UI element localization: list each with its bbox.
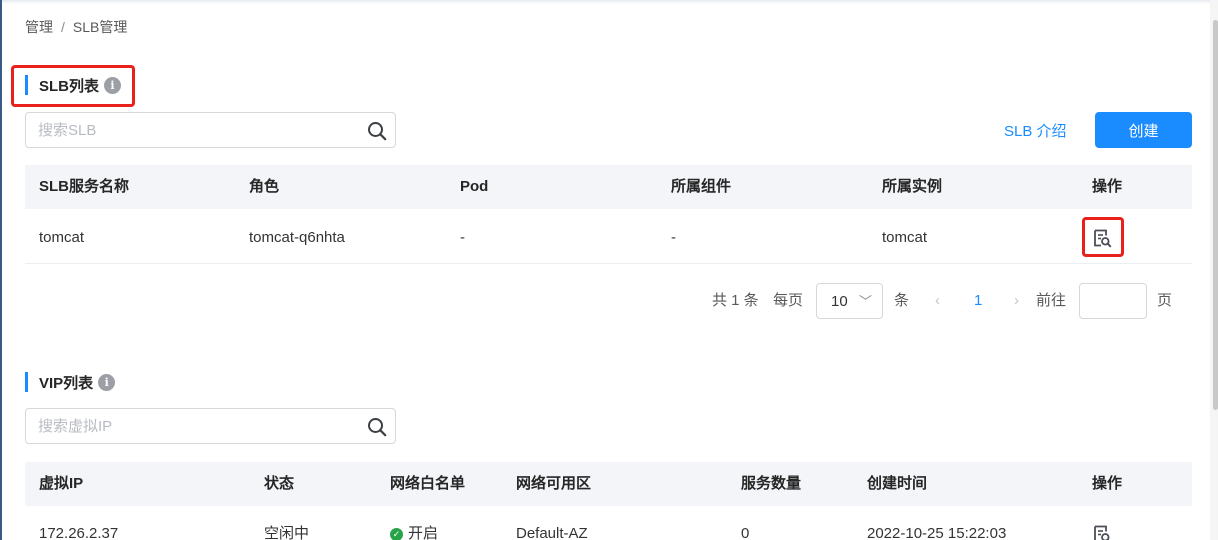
check-circle-icon: ✓ xyxy=(390,527,403,540)
next-page-icon[interactable]: › xyxy=(1014,283,1019,319)
column-header-created-time: 创建时间 xyxy=(867,475,928,492)
pagination: 共 1 条 每页 10 ﹀ 条 ‹ 1 › 前往 页 xyxy=(0,283,1218,319)
table-row[interactable]: tomcat tomcat-q6nhta - - tomcat xyxy=(25,212,1192,264)
detail-search-icon[interactable] xyxy=(1092,524,1112,540)
section-title-bar xyxy=(25,372,28,392)
cell-component: - xyxy=(671,229,676,246)
slb-search-box[interactable] xyxy=(25,112,396,148)
cell-instance: tomcat xyxy=(882,229,928,246)
whitelist-status-text: 开启 xyxy=(408,525,439,540)
window-left-border xyxy=(0,0,2,540)
prev-page-icon[interactable]: ‹ xyxy=(935,283,940,319)
cell-pod: - xyxy=(460,229,465,246)
top-divider xyxy=(2,0,1218,4)
info-icon[interactable]: i xyxy=(98,373,116,391)
column-header-pod: Pod xyxy=(460,178,489,195)
column-header-role: 角色 xyxy=(249,178,280,195)
slb-management-page: 管理/SLB管理 SLB列表 i SLB 介绍 创建 SLB服务名称 角色 Po… xyxy=(0,0,1218,540)
cell-whitelist: ✓ 开启 xyxy=(390,508,438,540)
page-size-select[interactable]: 10 ﹀ xyxy=(816,283,883,319)
column-header-instance: 所属实例 xyxy=(882,178,943,195)
cell-role: tomcat-q6nhta xyxy=(249,229,345,246)
vip-search-input[interactable] xyxy=(38,416,358,436)
table-row[interactable]: 172.26.2.37 空闲中 ✓ 开启 Default-AZ 0 2022-10… xyxy=(25,508,1192,540)
breadcrumb-root[interactable]: 管理 xyxy=(25,19,53,35)
column-header-zone: 网络可用区 xyxy=(516,475,592,492)
vip-search-box[interactable] xyxy=(25,408,396,444)
breadcrumb-current: SLB管理 xyxy=(72,19,128,35)
pagination-page-suffix: 页 xyxy=(1157,292,1173,309)
search-icon[interactable] xyxy=(367,121,387,141)
column-header-whitelist: 网络白名单 xyxy=(390,475,466,492)
cell-virtual-ip: 172.26.2.37 xyxy=(39,525,119,540)
breadcrumb: 管理 / SLB管理 xyxy=(25,17,127,37)
cell-slb-name: tomcat xyxy=(39,229,85,246)
page-size-value: 10 xyxy=(831,293,848,310)
slb-table-header: SLB服务名称 角色 Pod 所属组件 所属实例 操作 xyxy=(25,165,1192,209)
column-header-component: 所属组件 xyxy=(671,178,732,195)
cell-created-time: 2022-10-25 15:22:03 xyxy=(867,525,1007,540)
highlight-box-slb-title xyxy=(11,65,135,107)
scrollbar-thumb[interactable] xyxy=(1213,20,1218,410)
create-button[interactable]: 创建 xyxy=(1095,112,1192,148)
column-header-actions: 操作 xyxy=(1092,475,1123,492)
breadcrumb-separator: / xyxy=(61,19,65,35)
page-number-current[interactable]: 1 xyxy=(974,283,982,319)
cell-zone: Default-AZ xyxy=(516,525,588,540)
goto-page-input[interactable] xyxy=(1079,283,1147,319)
column-header-virtual-ip: 虚拟IP xyxy=(39,475,84,492)
slb-search-input[interactable] xyxy=(38,120,358,140)
column-header-service-count: 服务数量 xyxy=(741,475,802,492)
vip-section-title-text: VIP列表 xyxy=(39,374,94,392)
cell-status: 空闲中 xyxy=(264,525,310,540)
pagination-goto-label: 前往 xyxy=(1036,292,1067,309)
pagination-total: 共 1 条 xyxy=(712,292,759,309)
highlight-box-action xyxy=(1082,217,1124,257)
column-header-status: 状态 xyxy=(264,475,295,492)
slb-intro-link[interactable]: SLB 介绍 xyxy=(1004,120,1067,141)
column-header-actions: 操作 xyxy=(1092,178,1123,195)
vip-section-title: VIP列表 i xyxy=(25,372,116,392)
chevron-down-icon: ﹀ xyxy=(858,294,872,309)
pagination-unit: 条 xyxy=(894,292,910,309)
column-header-slb-name: SLB服务名称 xyxy=(39,178,130,195)
search-icon[interactable] xyxy=(367,417,387,437)
cell-service-count: 0 xyxy=(741,525,750,540)
vip-table-header: 虚拟IP 状态 网络白名单 网络可用区 服务数量 创建时间 操作 xyxy=(25,462,1192,506)
pagination-per-page-label: 每页 xyxy=(773,292,804,309)
